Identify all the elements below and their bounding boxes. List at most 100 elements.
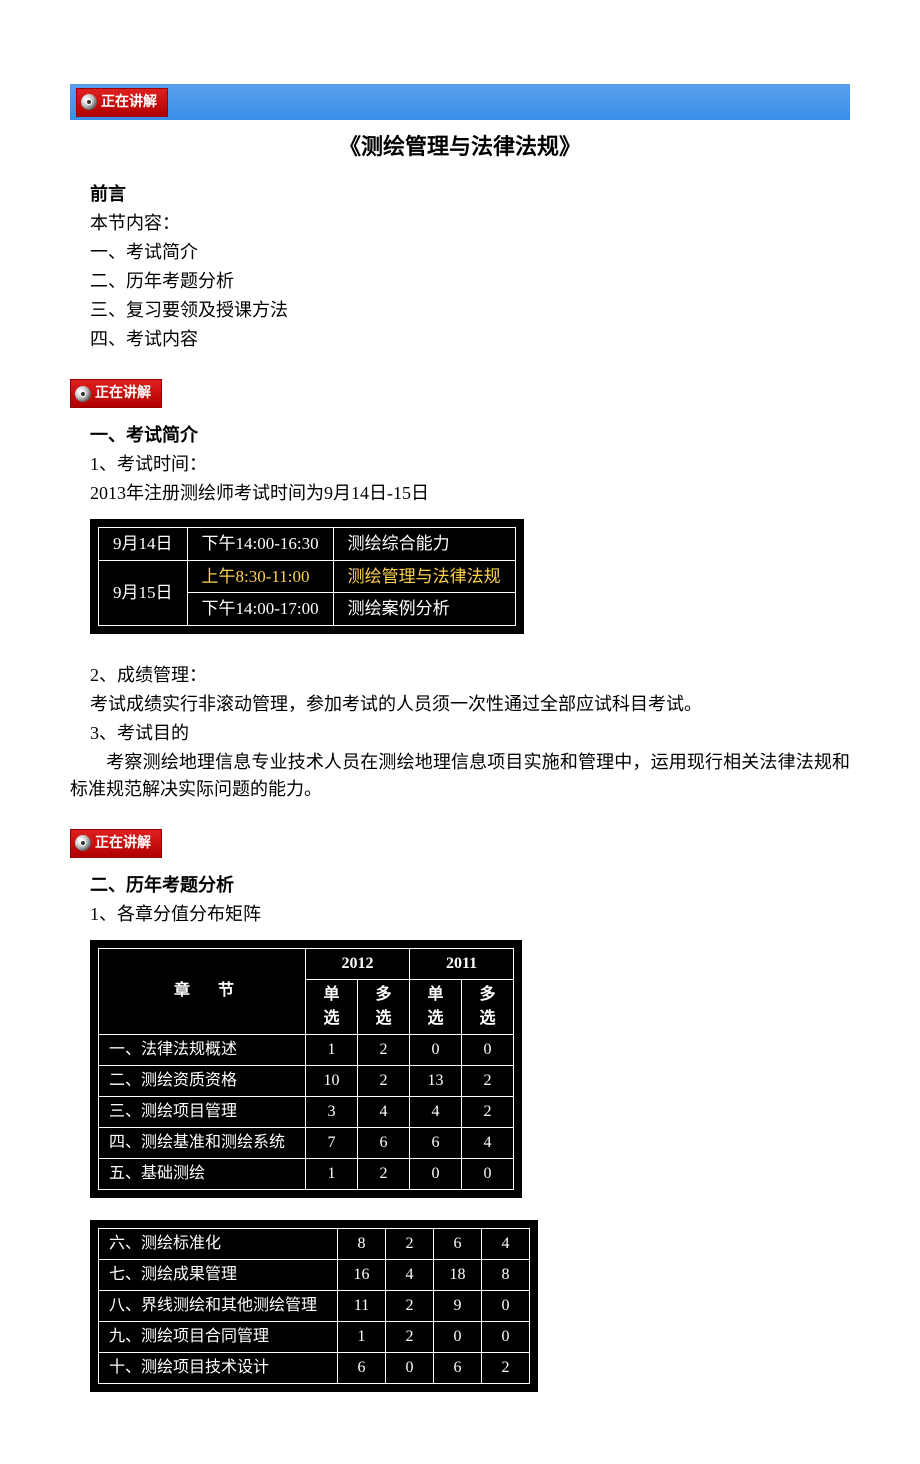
disc-icon (81, 94, 97, 110)
cell: 0 (482, 1290, 530, 1321)
schedule-date: 9月14日 (99, 528, 188, 561)
cell: 11 (338, 1290, 386, 1321)
row-label: 三、测绘项目管理 (99, 1096, 306, 1127)
section-2: 二、历年考题分析 1、各章分值分布矩阵 (70, 872, 850, 928)
cell: 2 (386, 1321, 434, 1352)
cell: 0 (410, 1034, 462, 1065)
cell: 2 (386, 1228, 434, 1259)
cell: 1 (306, 1158, 358, 1189)
table-row: 四、测绘基准和测绘系统 7 6 6 4 (99, 1127, 514, 1158)
cell: 2 (358, 1065, 410, 1096)
score-table-2-wrap: 六、测绘标准化 8 2 6 4 七、测绘成果管理 16 4 18 8 八、界线测… (90, 1220, 538, 1392)
table-row: 五、基础测绘 1 2 0 0 (99, 1158, 514, 1189)
preface-block: 前言 本节内容： 一、考试简介 二、历年考题分析 三、复习要领及授课方法 四、考… (70, 181, 850, 353)
cell: 16 (338, 1259, 386, 1290)
row-label: 四、测绘基准和测绘系统 (99, 1127, 306, 1158)
cell: 1 (338, 1321, 386, 1352)
row-label: 六、测绘标准化 (99, 1228, 338, 1259)
cell: 6 (338, 1352, 386, 1383)
cell: 4 (482, 1228, 530, 1259)
cell: 8 (338, 1228, 386, 1259)
preface-item: 三、复习要领及授课方法 (90, 297, 850, 324)
schedule-time: 下午14:00-17:00 (187, 593, 333, 626)
section1-p1-line: 2013年注册测绘师考试时间为9月14日-15日 (90, 480, 850, 507)
preface-item: 一、考试简介 (90, 239, 850, 266)
schedule-table-wrap: 9月14日 下午14:00-16:30 测绘综合能力 9月15日 上午8:30-… (90, 519, 524, 634)
section1-p1-label: 1、考试时间： (90, 451, 850, 478)
cell: 6 (358, 1127, 410, 1158)
row-label: 十、测绘项目技术设计 (99, 1352, 338, 1383)
cell: 10 (306, 1065, 358, 1096)
table-row: 九、测绘项目合同管理 1 2 0 0 (99, 1321, 530, 1352)
preface-heading: 前言 (90, 181, 850, 208)
cell: 4 (358, 1096, 410, 1127)
section2-heading: 二、历年考题分析 (90, 872, 850, 899)
cell: 7 (306, 1127, 358, 1158)
cell: 0 (462, 1158, 514, 1189)
cell: 9 (434, 1290, 482, 1321)
table-row: 十、测绘项目技术设计 6 0 6 2 (99, 1352, 530, 1383)
score-table-1-wrap: 章 节 2012 2011 单选 多选 单选 多选 一、法律法规概述 1 2 0… (90, 940, 522, 1198)
cell: 0 (386, 1352, 434, 1383)
table-row: 章 节 2012 2011 (99, 948, 514, 979)
score-table-1: 章 节 2012 2011 单选 多选 单选 多选 一、法律法规概述 1 2 0… (98, 948, 514, 1190)
cell: 4 (462, 1127, 514, 1158)
cell: 6 (410, 1127, 462, 1158)
section1-p2-line: 考试成绩实行非滚动管理，参加考试的人员须一次性通过全部应试科目考试。 (90, 691, 850, 718)
cell: 2 (462, 1096, 514, 1127)
disc-icon (75, 835, 91, 851)
row-label: 九、测绘项目合同管理 (99, 1321, 338, 1352)
disc-icon (75, 386, 91, 402)
table-row: 9月15日 上午8:30-11:00 测绘管理与法律法规 (99, 560, 516, 593)
table-row: 七、测绘成果管理 16 4 18 8 (99, 1259, 530, 1290)
col-2012: 2012 (306, 948, 410, 979)
col-chapter: 章 节 (99, 948, 306, 1034)
cell: 6 (434, 1228, 482, 1259)
now-playing-badge: 正在讲解 (70, 379, 162, 408)
table-row: 三、测绘项目管理 3 4 4 2 (99, 1096, 514, 1127)
section1-p3-line: 考察测绘地理信息专业技术人员在测绘地理信息项目实施和管理中，运用现行相关法律法规… (70, 749, 850, 803)
section1-heading: 一、考试简介 (90, 422, 850, 449)
badge-label: 正在讲解 (95, 833, 151, 854)
cell: 0 (434, 1321, 482, 1352)
table-row: 一、法律法规概述 1 2 0 0 (99, 1034, 514, 1065)
score-table-2: 六、测绘标准化 8 2 6 4 七、测绘成果管理 16 4 18 8 八、界线测… (98, 1228, 530, 1384)
col-single: 单选 (410, 979, 462, 1034)
table-row: 二、测绘资质资格 10 2 13 2 (99, 1065, 514, 1096)
schedule-date: 9月15日 (99, 560, 188, 625)
now-playing-badge: 正在讲解 (70, 829, 162, 858)
badge-label: 正在讲解 (101, 92, 157, 113)
page-title: 《测绘管理与法律法规》 (70, 130, 850, 163)
row-label: 二、测绘资质资格 (99, 1065, 306, 1096)
now-playing-badge: 正在讲解 (76, 88, 168, 117)
preface-item: 四、考试内容 (90, 326, 850, 353)
schedule-subject: 测绘案例分析 (333, 593, 515, 626)
row-label: 一、法律法规概述 (99, 1034, 306, 1065)
cell: 2 (358, 1158, 410, 1189)
section1-p3-label: 3、考试目的 (90, 720, 850, 747)
schedule-subject: 测绘管理与法律法规 (333, 560, 515, 593)
col-multi: 多选 (358, 979, 410, 1034)
col-single: 单选 (306, 979, 358, 1034)
cell: 4 (410, 1096, 462, 1127)
section1-p2-label: 2、成绩管理： (90, 662, 850, 689)
cell: 3 (306, 1096, 358, 1127)
row-label: 五、基础测绘 (99, 1158, 306, 1189)
cell: 0 (410, 1158, 462, 1189)
row-label: 七、测绘成果管理 (99, 1259, 338, 1290)
schedule-table: 9月14日 下午14:00-16:30 测绘综合能力 9月15日 上午8:30-… (98, 527, 516, 626)
preface-lead: 本节内容： (90, 210, 850, 237)
cell: 2 (358, 1034, 410, 1065)
cell: 4 (386, 1259, 434, 1290)
schedule-time: 下午14:00-16:30 (187, 528, 333, 561)
schedule-subject: 测绘综合能力 (333, 528, 515, 561)
section-1b: 2、成绩管理： 考试成绩实行非滚动管理，参加考试的人员须一次性通过全部应试科目考… (70, 662, 850, 747)
table-row: 八、界线测绘和其他测绘管理 11 2 9 0 (99, 1290, 530, 1321)
cell: 1 (306, 1034, 358, 1065)
cell: 2 (462, 1065, 514, 1096)
cell: 6 (434, 1352, 482, 1383)
cell: 0 (482, 1321, 530, 1352)
col-2011: 2011 (410, 948, 514, 979)
cell: 18 (434, 1259, 482, 1290)
cell: 0 (462, 1034, 514, 1065)
